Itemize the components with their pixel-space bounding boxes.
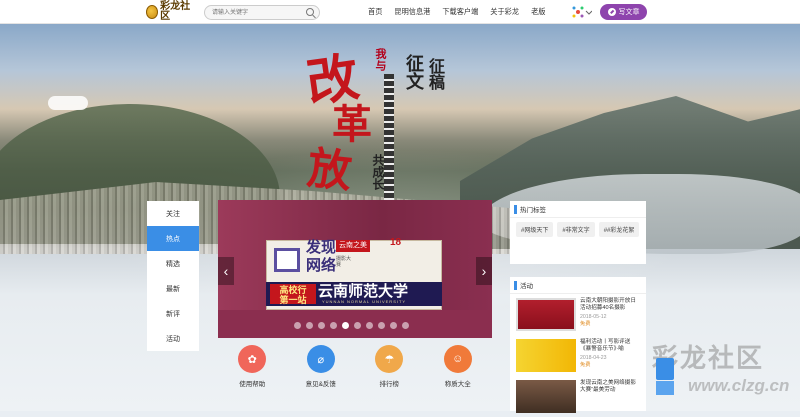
nav-old-version[interactable]: 老版 <box>525 7 551 17</box>
slide-tag: 云南之美 <box>336 240 370 252</box>
hot-tags-title: 热门标签 <box>520 207 546 214</box>
quick-help-label: 使用帮助 <box>239 381 266 388</box>
slide-school: 云南师范大学 <box>318 283 409 300</box>
carousel-dot[interactable] <box>330 322 337 329</box>
banner-small-red: 我与 <box>374 48 387 72</box>
slide-line1: 发现 <box>306 238 337 256</box>
tab-latest[interactable]: 最新 <box>147 276 199 301</box>
campaign-banner[interactable]: 改 革 放 我与 征文 征稿 共成长 <box>298 34 458 224</box>
quick-help[interactable]: ✿ 使用帮助 <box>222 345 282 411</box>
carousel-dot[interactable] <box>354 322 361 329</box>
activity-thumbnail <box>516 380 576 413</box>
tag-item[interactable]: ##彩龙花絮 <box>598 222 640 237</box>
search-icon[interactable] <box>306 8 314 16</box>
activity-text: 发现云南之美网络摄影大赛“最美劳动 <box>580 380 640 413</box>
carousel-prev-button[interactable]: ‹ <box>218 257 234 285</box>
activity-thumbnail <box>516 339 576 372</box>
banner-char-3: 放 <box>304 142 355 199</box>
activity-thumbnail <box>516 298 576 331</box>
carousel-dot[interactable] <box>342 322 349 329</box>
activity-title: 活动 <box>520 283 533 290</box>
carousel-dot[interactable] <box>366 322 373 329</box>
quick-ranking[interactable]: ☂ 排行榜 <box>359 345 419 411</box>
activity-tag: 免费 <box>580 362 591 368</box>
carousel-dot[interactable] <box>318 322 325 329</box>
activity-item-title: 云南大朝阳摄影开放日活动招募40名摄影 <box>580 298 636 311</box>
slide-badge: 高校行 第一站 <box>270 284 316 305</box>
tab-hot[interactable]: 热点 <box>147 226 199 251</box>
watermark-url: www.clzg.cn <box>688 376 790 395</box>
site-logo[interactable]: 彩龙社区 <box>146 1 194 22</box>
tag-item[interactable]: #非常文字 <box>557 222 595 237</box>
nav-download-client[interactable]: 下载客户端 <box>436 7 484 17</box>
promo-carousel[interactable]: 发现 网络 云南之美 摄影大赛 18 高校行 第一站 云南师范大学 YUNNAN… <box>218 200 492 338</box>
slide-school-en: YUNNAN NORMAL UNIVERSITY <box>322 299 407 304</box>
feedback-icon: ⌀ <box>306 345 335 373</box>
titles-icon: ☺ <box>443 345 472 373</box>
carousel-dot[interactable] <box>390 322 397 329</box>
tab-featured[interactable]: 精选 <box>147 251 199 276</box>
activity-date: 2018-04-23 <box>580 355 607 361</box>
carousel-dots <box>294 322 409 329</box>
ranking-icon: ☂ <box>375 345 404 373</box>
quick-titles-label: 称质大全 <box>444 381 471 388</box>
activity-item[interactable]: 云南大朝阳摄影开放日活动招募40名摄影 2018-05-12 免费 <box>510 294 646 335</box>
activity-panel: 活动 云南大朝阳摄影开放日活动招募40名摄影 2018-05-12 免费 福利活… <box>510 277 646 413</box>
slide-badge-1: 高校行 <box>279 285 307 295</box>
help-icon: ✿ <box>238 345 267 373</box>
quick-ranking-label: 排行榜 <box>379 381 400 388</box>
tab-activities[interactable]: 活动 <box>147 326 199 351</box>
activity-tag: 免费 <box>580 321 591 327</box>
write-article-button[interactable]: 写文章 <box>600 4 647 20</box>
carousel-dot[interactable] <box>378 322 385 329</box>
nav-kunming-info[interactable]: 昆明信息港 <box>388 7 436 17</box>
quick-feedback-label: 意见&反馈 <box>305 381 336 388</box>
float-top-button[interactable] <box>656 381 674 395</box>
quick-titles[interactable]: ☺ 称质大全 <box>428 345 488 411</box>
carousel-dot[interactable] <box>294 322 301 329</box>
slide-sub: 摄影大赛 <box>336 256 352 268</box>
activity-item-title: 发现云南之美网络摄影大赛“最美劳动 <box>580 380 636 393</box>
activity-item[interactable]: 福利活动丨写影评送《暴警音乐节》·喻 2018-04-23 免费 <box>510 335 646 376</box>
dragon-logo-icon <box>146 5 159 19</box>
float-menu-button[interactable] <box>656 358 674 380</box>
banner-title-b: 征稿 <box>426 58 445 90</box>
nav-about[interactable]: 关于彩龙 <box>484 7 525 17</box>
tab-new-comments[interactable]: 新评 <box>147 301 199 326</box>
carousel-dot[interactable] <box>402 322 409 329</box>
slide-line2: 网络 <box>306 257 337 274</box>
search-input[interactable] <box>204 5 320 20</box>
tag-item[interactable]: #网级天下 <box>516 222 554 237</box>
slide-badge-2: 第一站 <box>279 295 307 305</box>
write-article-label: 写文章 <box>618 9 640 16</box>
hot-tags-panel: 热门标签 #网级天下 #非常文字 ##彩龙花絮 <box>510 201 646 264</box>
activity-item-title: 福利活动丨写影评送《暴警音乐节》·喻 <box>580 339 631 352</box>
activity-text: 云南大朝阳摄影开放日活动招募40名摄影 2018-05-12 免费 <box>580 298 640 331</box>
quick-feedback[interactable]: ⌀ 意见&反馈 <box>291 345 351 411</box>
activity-text: 福利活动丨写影评送《暴警音乐节》·喻 2018-04-23 免费 <box>580 339 640 372</box>
main-nav: 首页 昆明信息港 下载客户端 关于彩龙 老版 <box>362 0 551 24</box>
frame-icon <box>274 248 300 272</box>
top-bar: 彩龙社区 首页 昆明信息港 下载客户端 关于彩龙 老版 写文章 <box>0 0 800 24</box>
tag-list: #网级天下 #非常文字 ##彩龙花絮 <box>510 218 646 241</box>
carousel-next-button[interactable]: › <box>476 257 492 285</box>
header-marker <box>514 204 517 214</box>
app-menu-icon[interactable] <box>570 4 592 20</box>
tab-follow[interactable]: 关注 <box>147 201 199 226</box>
pen-icon <box>607 8 616 16</box>
activity-date: 2018-05-12 <box>580 314 607 320</box>
header-marker <box>514 280 517 290</box>
carousel-dot[interactable] <box>306 322 313 329</box>
nav-home[interactable]: 首页 <box>362 7 388 17</box>
cloud <box>48 96 88 110</box>
category-tabs: 关注 热点 精选 最新 新评 活动 <box>147 201 199 351</box>
logo-text: 彩龙社区 <box>160 1 191 22</box>
hot-tags-header: 热门标签 <box>510 201 646 218</box>
activity-header: 活动 <box>510 277 646 294</box>
banner-grow: 共成长 <box>371 154 385 190</box>
slide-number: 18 <box>390 237 402 248</box>
quick-links: ✿ 使用帮助 ⌀ 意见&反馈 ☂ 排行榜 ☺ 称质大全 <box>218 345 492 411</box>
